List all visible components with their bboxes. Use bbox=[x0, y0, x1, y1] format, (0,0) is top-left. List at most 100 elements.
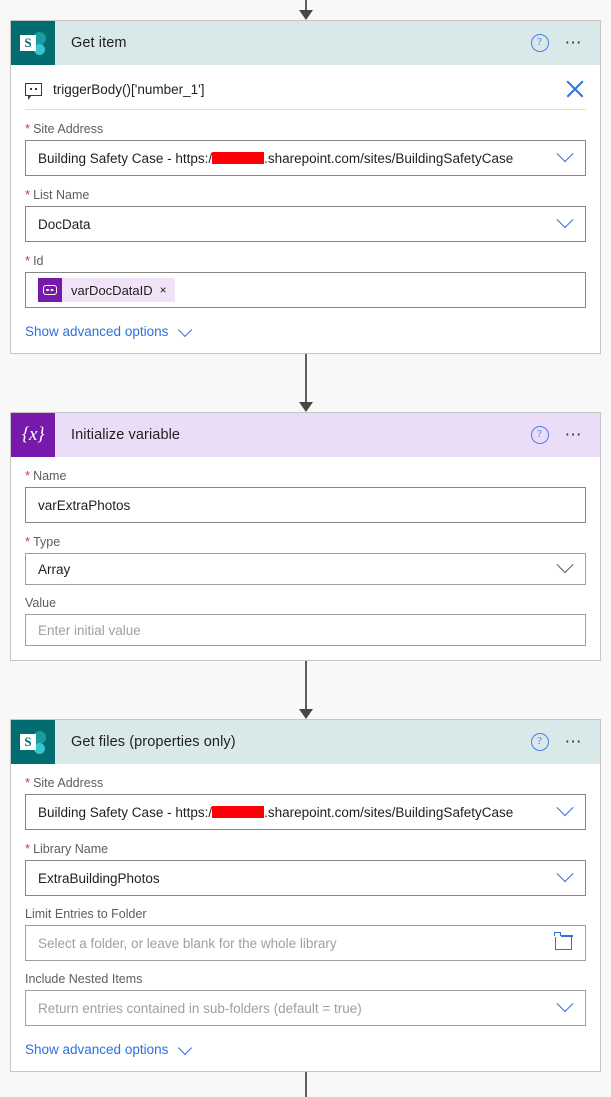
more-options-icon[interactable]: ⋯ bbox=[565, 733, 585, 750]
redaction-block bbox=[212, 805, 265, 818]
limit-entries-input[interactable]: Select a folder, or leave blank for the … bbox=[25, 925, 586, 961]
chevron-down-icon[interactable] bbox=[556, 799, 574, 817]
show-advanced-options-link-get-files[interactable]: Show advanced options bbox=[25, 1040, 586, 1057]
step-header-get-item[interactable]: S Get item ? ⋯ bbox=[11, 21, 600, 65]
help-icon[interactable]: ? bbox=[530, 34, 549, 52]
include-nested-items-placeholder: Return entries contained in sub-folders … bbox=[38, 1000, 362, 1016]
site-address-value: Building Safety Case - https:/ .sharepoin… bbox=[38, 151, 559, 166]
header-actions: ? ⋯ bbox=[530, 426, 601, 444]
step-card-get-item[interactable]: S Get item ? ⋯ triggerBody()['number_1']… bbox=[10, 20, 601, 354]
field-label: List Name bbox=[33, 188, 90, 202]
redaction-block bbox=[212, 151, 265, 164]
field-site-address: * Site Address Building Safety Case - ht… bbox=[25, 775, 586, 830]
field-label-wrapper: * Site Address bbox=[25, 775, 586, 790]
field-label-wrapper: * Id bbox=[25, 253, 586, 268]
variable-token-icon bbox=[38, 278, 62, 302]
field-label-wrapper: * Site Address bbox=[25, 121, 586, 136]
field-id: * Id varDocDataID × bbox=[25, 253, 586, 308]
variable-value-placeholder: Enter initial value bbox=[38, 622, 141, 638]
field-label: Id bbox=[33, 254, 44, 268]
list-name-input[interactable]: DocData bbox=[25, 206, 586, 242]
field-include-nested-items: Include Nested Items Return entries cont… bbox=[25, 972, 586, 1026]
site-address-prefix: Building Safety Case - https:/ bbox=[38, 804, 213, 820]
close-icon[interactable] bbox=[564, 78, 586, 100]
divider bbox=[25, 109, 586, 110]
site-address-input[interactable]: Building Safety Case - https:/ .sharepoin… bbox=[25, 794, 586, 830]
advanced-options-label: Show advanced options bbox=[25, 1042, 169, 1057]
trigger-expression-text: triggerBody()['number_1'] bbox=[53, 81, 205, 97]
field-label: Site Address bbox=[33, 122, 104, 136]
field-label-wrapper: * Name bbox=[25, 468, 586, 483]
field-label-wrapper: Value bbox=[25, 596, 586, 610]
field-label: Include Nested Items bbox=[25, 972, 143, 986]
list-name-value: DocData bbox=[38, 216, 91, 232]
more-options-icon[interactable]: ⋯ bbox=[565, 426, 585, 443]
field-variable-value: Value Enter initial value bbox=[25, 596, 586, 646]
flow-canvas: S Get item ? ⋯ triggerBody()['number_1']… bbox=[0, 0, 611, 1097]
field-library-name: * Library Name ExtraBuildingPhotos bbox=[25, 841, 586, 896]
step-body-get-item: triggerBody()['number_1'] * Site Address… bbox=[11, 65, 600, 353]
field-list-name: * List Name DocData bbox=[25, 187, 586, 242]
library-name-value: ExtraBuildingPhotos bbox=[38, 870, 160, 886]
site-address-suffix: .sharepoint.com/sites/BuildingSafetyCase bbox=[264, 804, 514, 820]
required-asterisk: * bbox=[25, 468, 31, 483]
chevron-down-icon[interactable] bbox=[556, 211, 574, 229]
field-label: Site Address bbox=[33, 776, 104, 790]
more-options-icon[interactable]: ⋯ bbox=[565, 34, 585, 51]
field-variable-name: * Name varExtraPhotos bbox=[25, 468, 586, 523]
folder-icon[interactable] bbox=[554, 931, 573, 950]
connector-arrow-top bbox=[0, 0, 611, 20]
sharepoint-icon: S bbox=[11, 720, 55, 764]
library-name-input[interactable]: ExtraBuildingPhotos bbox=[25, 860, 586, 896]
help-icon[interactable]: ? bbox=[530, 733, 549, 751]
sharepoint-icon: S bbox=[11, 21, 55, 65]
step-card-initialize-variable[interactable]: {x} Initialize variable ? ⋯ * Name varEx… bbox=[10, 412, 601, 661]
chevron-down-icon bbox=[178, 1040, 193, 1055]
field-label-wrapper: * Type bbox=[25, 534, 586, 549]
connector-arrow-2 bbox=[0, 661, 611, 719]
id-input[interactable]: varDocDataID × bbox=[25, 272, 586, 308]
field-label-wrapper: * List Name bbox=[25, 187, 586, 202]
token-remove-icon[interactable]: × bbox=[160, 283, 167, 297]
variable-value-input[interactable]: Enter initial value bbox=[25, 614, 586, 646]
dynamic-content-row: triggerBody()['number_1'] bbox=[25, 65, 586, 109]
field-label: Limit Entries to Folder bbox=[25, 907, 147, 921]
variable-icon: {x} bbox=[11, 413, 55, 457]
show-advanced-options-link-get-item[interactable]: Show advanced options bbox=[25, 322, 586, 339]
variable-glyph: {x} bbox=[21, 424, 45, 445]
variable-name-input[interactable]: varExtraPhotos bbox=[25, 487, 586, 523]
variable-type-select[interactable]: Array bbox=[25, 553, 586, 585]
include-nested-items-select[interactable]: Return entries contained in sub-folders … bbox=[25, 990, 586, 1026]
field-label-wrapper: Limit Entries to Folder bbox=[25, 907, 586, 921]
step-header-get-files[interactable]: S Get files (properties only) ? ⋯ bbox=[11, 720, 600, 764]
field-label-wrapper: * Library Name bbox=[25, 841, 586, 856]
variable-name-value: varExtraPhotos bbox=[38, 497, 131, 513]
comment-icon bbox=[25, 82, 42, 100]
header-actions: ? ⋯ bbox=[530, 733, 601, 751]
required-asterisk: * bbox=[25, 121, 31, 136]
required-asterisk: * bbox=[25, 253, 31, 268]
required-asterisk: * bbox=[25, 841, 31, 856]
limit-entries-placeholder: Select a folder, or leave blank for the … bbox=[38, 935, 337, 951]
chevron-down-icon[interactable] bbox=[556, 145, 574, 163]
step-card-get-files[interactable]: S Get files (properties only) ? ⋯ * Site… bbox=[10, 719, 601, 1072]
chevron-down-icon[interactable] bbox=[556, 995, 574, 1013]
required-asterisk: * bbox=[25, 534, 31, 549]
field-limit-entries-to-folder: Limit Entries to Folder Select a folder,… bbox=[25, 907, 586, 961]
chevron-down-icon[interactable] bbox=[556, 865, 574, 883]
site-address-input[interactable]: Building Safety Case - https:/ .sharepoin… bbox=[25, 140, 586, 176]
field-label: Name bbox=[33, 469, 67, 483]
chevron-down-icon bbox=[178, 322, 193, 337]
variable-token-chip[interactable]: varDocDataID × bbox=[38, 278, 175, 302]
step-header-initialize-variable[interactable]: {x} Initialize variable ? ⋯ bbox=[11, 413, 600, 457]
chevron-down-icon[interactable] bbox=[556, 556, 574, 574]
variable-type-value: Array bbox=[38, 561, 71, 577]
site-address-suffix: .sharepoint.com/sites/BuildingSafetyCase bbox=[264, 150, 514, 166]
field-label: Type bbox=[33, 535, 61, 549]
field-site-address: * Site Address Building Safety Case - ht… bbox=[25, 121, 586, 176]
connector-arrow-1 bbox=[0, 354, 611, 412]
help-icon[interactable]: ? bbox=[530, 426, 549, 444]
field-label: Value bbox=[25, 596, 57, 610]
field-label: Library Name bbox=[33, 842, 109, 856]
token-label: varDocDataID bbox=[71, 282, 153, 298]
